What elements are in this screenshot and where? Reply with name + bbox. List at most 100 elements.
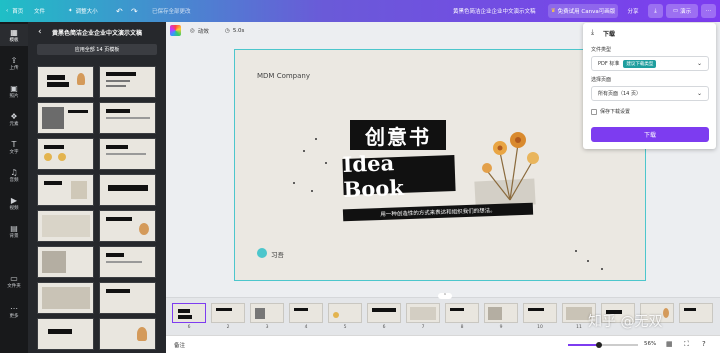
thumb-title-bar — [44, 181, 62, 185]
rail-item-video[interactable]: ▶ 视频 — [0, 192, 28, 214]
thumb-photo — [410, 307, 436, 320]
page-thumb[interactable] — [406, 303, 440, 323]
thumb-flower-icon — [139, 223, 149, 235]
page-thumb[interactable] — [211, 303, 245, 323]
template-thumb[interactable] — [99, 246, 156, 278]
thumb-title-bar — [44, 145, 64, 149]
rail-item-audio[interactable]: ♫ 音频 — [0, 164, 28, 186]
zoom-level[interactable]: 56% — [644, 341, 656, 347]
apply-all-button[interactable]: 应用全部 14 页模板 — [37, 44, 157, 55]
thumb-flower-icon — [44, 153, 52, 161]
back-chevron-icon: ‹ — [6, 8, 9, 14]
template-thumb[interactable] — [37, 102, 94, 134]
thumb-text-line — [106, 117, 150, 119]
page-thumb[interactable] — [679, 303, 713, 323]
share-button[interactable]: 分享 — [621, 4, 645, 18]
thumb-title-bar — [106, 253, 124, 257]
template-thumb[interactable] — [99, 318, 156, 350]
download-icon[interactable]: ⤓ — [648, 4, 663, 18]
pages-dropdown[interactable]: 所有页面（14 页） ⌄ — [591, 86, 709, 101]
page-thumb[interactable] — [289, 303, 323, 323]
resize-button[interactable]: ✦ 调整大小 — [68, 0, 98, 22]
trial-button[interactable]: ♛ 免费试用 Canva可画版 — [548, 4, 618, 18]
template-thumb[interactable] — [37, 246, 94, 278]
template-thumb[interactable] — [37, 174, 94, 206]
rail-item-templates[interactable]: ▦ 模板 — [0, 24, 28, 46]
recommended-badge: 建议下载类型 — [623, 59, 657, 68]
template-thumb[interactable] — [99, 102, 156, 134]
template-thumb[interactable] — [99, 138, 156, 170]
more-icon[interactable]: ⋯ — [701, 4, 716, 18]
decor-dot — [601, 268, 603, 270]
home-link[interactable]: ‹ 首页 — [6, 0, 23, 22]
save-status: 已保存全部更改 — [152, 9, 191, 15]
slide-subtitle[interactable]: 用一种创造性的方式来表达和组织我们的想法。 — [342, 202, 534, 222]
thumb-text-line — [106, 261, 142, 263]
bottom-bar: 备注 56% ▦ ⛶ ? — [166, 335, 720, 353]
zoom-slider-fill — [568, 344, 598, 346]
page-thumb[interactable] — [367, 303, 401, 323]
slide-title-en[interactable]: Idea Book — [342, 150, 456, 202]
grid-view-icon[interactable]: ▦ — [666, 340, 673, 348]
clock-icon: ◷ — [225, 27, 230, 34]
rail-item-more[interactable]: ⋯ 更多 — [0, 300, 28, 322]
page-number: 8 — [460, 325, 464, 330]
background-icon: ▤ — [10, 223, 18, 233]
thumb-photo — [255, 308, 265, 319]
file-menu[interactable]: 文件 — [34, 0, 45, 22]
document-title[interactable]: 黄黑色简洁企业企业中文演示文稿 — [453, 0, 536, 22]
page-thumb[interactable] — [523, 303, 557, 323]
redo-icon[interactable]: ↷ — [131, 0, 138, 22]
thumb-title-bar — [106, 109, 130, 113]
page-thumb[interactable] — [250, 303, 284, 323]
thumb-title-bar — [47, 75, 65, 80]
crown-icon: ♛ — [550, 8, 556, 14]
rail-item-background[interactable]: ▤ 背景 — [0, 220, 28, 242]
decor-dot — [587, 260, 589, 262]
folder-icon: ▭ — [10, 273, 18, 283]
rail-item-photos[interactable]: ▣ 照片 — [0, 80, 28, 102]
logo-icon[interactable] — [257, 248, 267, 258]
text-icon: T — [11, 139, 17, 149]
fullscreen-icon[interactable]: ⛶ — [684, 340, 689, 349]
template-thumb[interactable] — [37, 138, 94, 170]
panel-title: 黄黑色简洁企业企业中文演示文稿 — [52, 30, 143, 37]
page-number: 2 — [226, 325, 230, 330]
logo-text[interactable]: 习吾 — [271, 249, 284, 259]
rail-item-elements[interactable]: ❖ 元素 — [0, 108, 28, 130]
page-thumb[interactable] — [445, 303, 479, 323]
template-thumb[interactable] — [37, 210, 94, 242]
template-thumb[interactable] — [37, 318, 94, 350]
company-name[interactable]: MDM Company — [257, 72, 310, 80]
zoom-slider-thumb[interactable] — [596, 342, 602, 348]
undo-icon[interactable]: ↶ — [116, 0, 123, 22]
back-chevron-icon[interactable]: ‹ — [38, 27, 42, 37]
animate-button[interactable]: ◎ 动效 — [190, 25, 209, 36]
template-thumb[interactable] — [37, 66, 94, 98]
file-type-dropdown[interactable]: PDF 标准 建议下载类型 ⌄ — [591, 56, 709, 71]
rail-item-uploads[interactable]: ⇪ 上传 — [0, 52, 28, 74]
page-thumb-selected[interactable] — [172, 303, 206, 323]
watermark-text: 知乎 @无双 — [588, 314, 663, 330]
template-thumb[interactable] — [37, 282, 94, 314]
rail-item-text[interactable]: T 文字 — [0, 136, 28, 158]
save-settings-checkbox[interactable]: 保存下载设置 — [591, 108, 630, 115]
notes-button[interactable]: 备注 — [174, 341, 185, 349]
present-button[interactable]: ▭ 演示 — [666, 4, 698, 18]
template-thumb[interactable] — [99, 210, 156, 242]
zoom-slider[interactable] — [568, 342, 638, 348]
template-thumb[interactable] — [99, 66, 156, 98]
help-icon[interactable]: ? — [702, 340, 706, 348]
template-thumb[interactable] — [99, 174, 156, 206]
template-thumb[interactable] — [99, 282, 156, 314]
page-thumb[interactable] — [484, 303, 518, 323]
duration-button[interactable]: ◷ 5.0s — [225, 25, 244, 36]
dried-flower-icon[interactable] — [470, 122, 550, 202]
slide-title-cn[interactable]: 创意书 — [350, 120, 446, 150]
template-panel: ‹ 黄黑色简洁企业企业中文演示文稿 应用全部 14 页模板 — [28, 22, 166, 353]
expand-strip-handle[interactable]: ⌃ — [438, 293, 452, 299]
download-button[interactable]: 下载 — [591, 127, 709, 142]
rail-item-folders[interactable]: ▭ 文件夹 — [0, 270, 28, 292]
color-picker-icon[interactable] — [170, 25, 181, 36]
page-thumb[interactable] — [328, 303, 362, 323]
